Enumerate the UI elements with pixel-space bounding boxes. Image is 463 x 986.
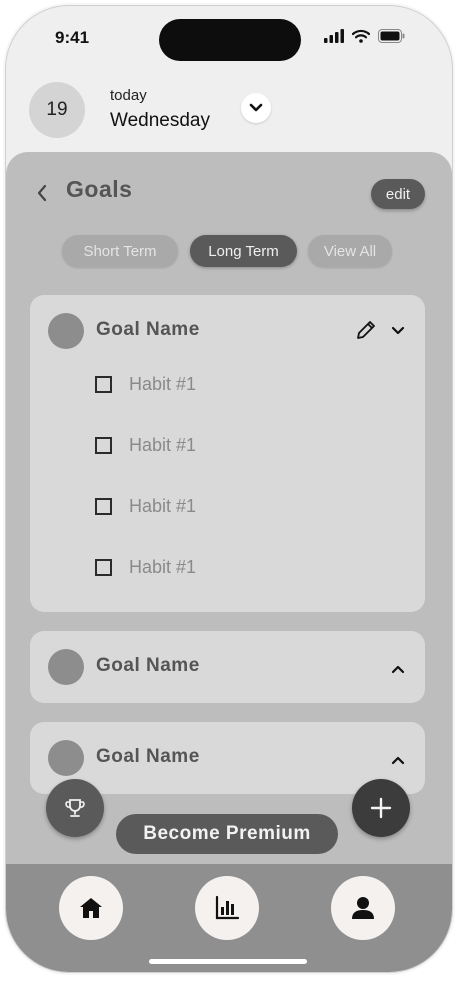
goal-name: Goal Name bbox=[96, 319, 200, 340]
goal-color-dot bbox=[48, 740, 84, 776]
signal-icon bbox=[324, 29, 344, 43]
collapse-goal-button[interactable] bbox=[391, 323, 405, 341]
tab-short-term[interactable]: Short Term bbox=[62, 235, 178, 267]
chevron-up-icon bbox=[391, 665, 405, 674]
weekday-label: Wednesday bbox=[110, 110, 210, 131]
goal-card-collapsed[interactable]: Goal Name bbox=[30, 631, 425, 703]
habit-checkbox[interactable] bbox=[95, 558, 112, 576]
add-goal-button[interactable] bbox=[352, 779, 410, 837]
pencil-icon bbox=[357, 321, 375, 339]
phone-frame: 9:41 19 today Wednesday Goals edit Short… bbox=[5, 5, 453, 973]
wifi-icon bbox=[352, 29, 370, 43]
habit-checkbox[interactable] bbox=[95, 497, 112, 515]
bar-chart-icon bbox=[215, 895, 240, 920]
page-title: Goals bbox=[66, 176, 133, 202]
habit-label: Habit #1 bbox=[129, 373, 197, 394]
tab-view-all[interactable]: View All bbox=[308, 235, 392, 267]
habit-label: Habit #1 bbox=[129, 495, 197, 516]
goal-name: Goal Name bbox=[96, 746, 200, 767]
habit-label: Habit #1 bbox=[129, 556, 197, 577]
date-badge[interactable]: 19 bbox=[29, 82, 85, 138]
date-header: 19 today Wednesday bbox=[6, 76, 452, 156]
date-number: 19 bbox=[46, 99, 68, 120]
profile-icon bbox=[352, 897, 374, 919]
chevron-up-icon bbox=[391, 756, 405, 765]
goal-color-dot bbox=[48, 649, 84, 685]
tab-label: Short Term bbox=[83, 242, 157, 260]
goal-card-expanded: Goal Name Habit #1 Habit #1 Habit #1 Hab… bbox=[30, 295, 425, 612]
bottom-nav bbox=[6, 864, 452, 972]
status-bar: 9:41 bbox=[6, 6, 452, 76]
goal-color-dot bbox=[48, 313, 84, 349]
edit-goal-button[interactable] bbox=[355, 319, 377, 346]
expand-goal-button[interactable] bbox=[391, 752, 405, 770]
edit-button[interactable]: edit bbox=[371, 179, 425, 209]
trophy-icon bbox=[65, 799, 85, 817]
back-button[interactable] bbox=[36, 184, 48, 207]
tab-long-term[interactable]: Long Term bbox=[190, 235, 297, 267]
chevron-down-icon bbox=[249, 103, 263, 112]
habit-checkbox[interactable] bbox=[95, 436, 112, 454]
tab-label: Long Term bbox=[208, 242, 279, 260]
plus-icon bbox=[370, 797, 392, 819]
habit-checkbox[interactable] bbox=[95, 375, 112, 393]
chevron-left-icon bbox=[37, 184, 47, 202]
habit-label: Habit #1 bbox=[129, 434, 197, 455]
goal-name: Goal Name bbox=[96, 655, 200, 676]
chevron-down-icon bbox=[391, 326, 405, 335]
habit-item[interactable]: Habit #1 bbox=[95, 494, 196, 518]
habit-item[interactable]: Habit #1 bbox=[95, 433, 196, 457]
habit-item[interactable]: Habit #1 bbox=[95, 372, 196, 396]
date-dropdown-button[interactable] bbox=[241, 93, 271, 123]
today-label: today bbox=[110, 87, 147, 104]
premium-label: Become Premium bbox=[143, 823, 311, 844]
battery-icon bbox=[378, 29, 405, 43]
nav-profile[interactable] bbox=[331, 876, 395, 940]
become-premium-button[interactable]: Become Premium bbox=[116, 814, 338, 854]
habit-item[interactable]: Habit #1 bbox=[95, 555, 196, 579]
nav-stats[interactable] bbox=[195, 876, 259, 940]
dynamic-island bbox=[159, 19, 301, 61]
nav-home[interactable] bbox=[59, 876, 123, 940]
status-time: 9:41 bbox=[55, 28, 90, 47]
home-indicator bbox=[149, 959, 307, 964]
tab-label: View All bbox=[323, 242, 377, 260]
status-icons bbox=[324, 29, 405, 43]
edit-button-label: edit bbox=[385, 185, 411, 203]
home-icon bbox=[80, 898, 102, 918]
goals-panel: Goals edit Short Term Long Term View All… bbox=[6, 152, 452, 872]
expand-goal-button[interactable] bbox=[391, 661, 405, 679]
achievements-button[interactable] bbox=[46, 779, 104, 837]
